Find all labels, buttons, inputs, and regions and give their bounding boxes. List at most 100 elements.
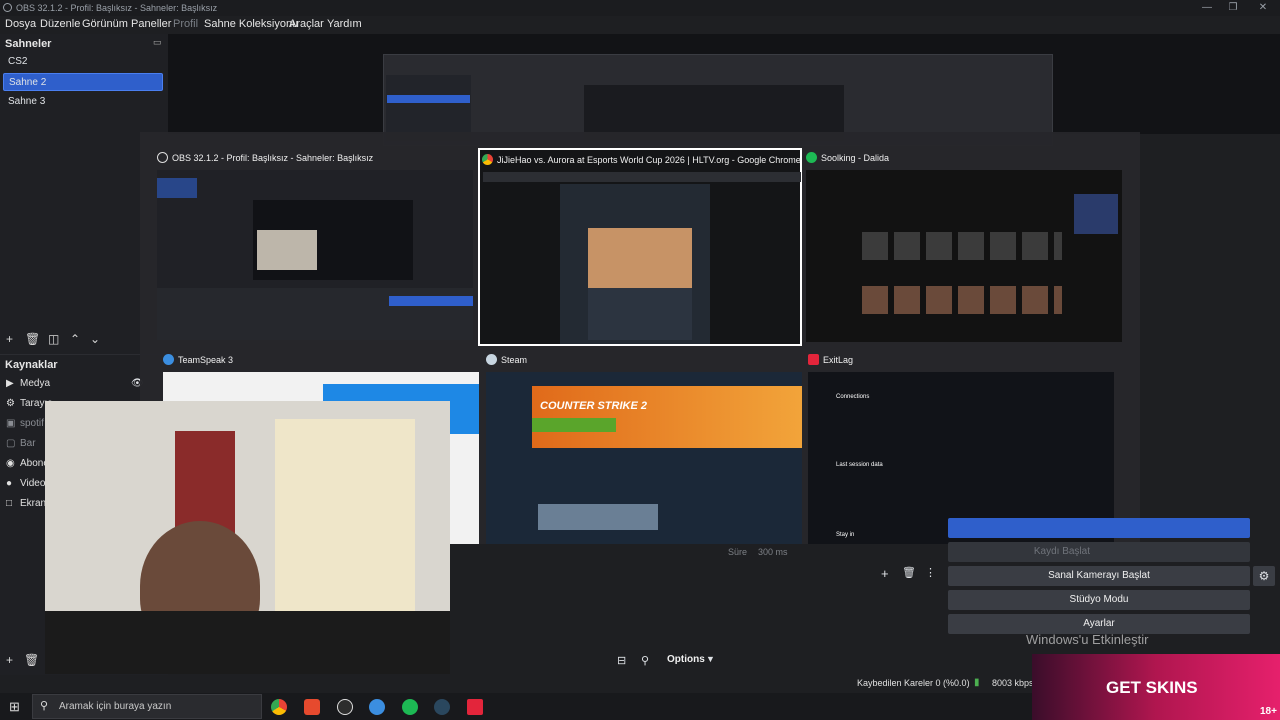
start-stream-button[interactable]	[948, 518, 1250, 538]
menu-sahne-koleksiyonu[interactable]: Sahne Koleksiyonu	[204, 18, 298, 30]
source-row[interactable]: ▶ Medya	[6, 378, 50, 389]
menu-paneller[interactable]: Paneller	[131, 18, 171, 30]
chrome-thumbnail	[478, 148, 802, 346]
title-bar: OBS 32.1.2 - Profil: Başlıksız - Sahnele…	[0, 0, 1280, 16]
menu-yardim[interactable]: Yardım	[327, 18, 362, 30]
exitlag-icon	[808, 354, 819, 365]
spotify-thumbnail	[806, 170, 1122, 342]
menu-bar: Dosya Düzenle Görünüm Paneller Profil Sa…	[0, 16, 1280, 34]
settings-button[interactable]: Ayarlar	[948, 614, 1250, 634]
webcam-overlay	[45, 401, 450, 674]
obs-taskbar-icon[interactable]	[337, 699, 353, 715]
search-icon: ⚲	[40, 700, 49, 712]
ad-text: GET SKINS	[1106, 678, 1198, 697]
add-source-icon[interactable]: +	[6, 653, 13, 667]
steam-icon	[486, 354, 497, 365]
age-rating: 18+	[1260, 706, 1277, 717]
camera-icon: ●	[6, 478, 13, 489]
scenes-title: Sahneler	[5, 38, 52, 50]
brave-taskbar-icon[interactable]	[304, 699, 320, 715]
obs-logo-icon	[3, 3, 12, 12]
steam-taskbar-icon[interactable]	[434, 699, 450, 715]
exitlag-taskbar-icon[interactable]	[467, 699, 483, 715]
menu-gorunum[interactable]: Görünüm	[82, 18, 128, 30]
windows-start-icon[interactable]: ⊞	[9, 699, 20, 715]
move-up-icon[interactable]: ⌃	[70, 332, 80, 346]
menu-dosya[interactable]: Dosya	[5, 18, 36, 30]
more-icon[interactable]: ⋮	[925, 566, 936, 579]
card-title: TeamSpeak 3	[178, 355, 234, 365]
globe-icon: ⚙	[6, 398, 15, 409]
scene-item-sahne-3[interactable]: Sahne 3	[3, 93, 163, 111]
activation-watermark: Windows'u Etkinleştir	[1026, 632, 1149, 647]
signal-icon: ▮	[974, 677, 980, 688]
virtual-camera-button[interactable]: Sanal Kamerayı Başlat	[948, 566, 1250, 586]
add-scene-icon[interactable]: +	[6, 332, 13, 346]
obs-icon	[157, 152, 168, 163]
globe-icon: ◉	[6, 458, 15, 469]
add-transition-icon[interactable]: +	[881, 566, 889, 581]
jersey-cream	[275, 419, 415, 639]
source-row[interactable]: ◉ Abone	[6, 458, 49, 469]
chrome-taskbar-icon[interactable]	[271, 699, 287, 715]
cs2-logo: COUNTER STRIKE 2	[540, 400, 647, 412]
source-row[interactable]: ▢ Bar	[6, 438, 36, 449]
exitlag-stay-in: Stay in	[836, 532, 855, 538]
sources-title: Kaynaklar	[5, 359, 58, 371]
bitrate: 8003 kbps	[992, 678, 1034, 688]
card-title: ExitLag	[823, 355, 854, 365]
card-title: OBS 32.1.2 - Profil: Başlıksız - Sahnele…	[172, 153, 374, 163]
layout-icon[interactable]: ⊟	[617, 654, 626, 667]
menu-profil[interactable]: Profil	[173, 18, 198, 30]
obs-thumbnail	[157, 170, 473, 340]
restore-icon[interactable]: ❐	[1226, 2, 1240, 13]
taskbar-search-input[interactable]: Aramak için buraya yazın	[32, 694, 262, 719]
window-title: OBS 32.1.2 - Profil: Başlıksız - Sahnele…	[16, 3, 218, 13]
undock-icon[interactable]: ▭	[153, 37, 162, 48]
spotify-icon	[806, 152, 817, 163]
person-shirt	[45, 611, 450, 674]
spotify-taskbar-icon[interactable]	[402, 699, 418, 715]
move-down-icon[interactable]: ⌄	[90, 332, 100, 346]
chevron-down-icon[interactable]: ▼	[706, 654, 715, 664]
source-row[interactable]: ● Video	[6, 478, 45, 489]
status-bar: Kaybedilen Kareler 0 (%0.0) ▮ 8003 kbps	[840, 676, 1040, 692]
chrome-icon	[482, 154, 493, 165]
switcher-card-spotify[interactable]: Soolking - Dalida	[806, 152, 1122, 342]
transform-icon[interactable]: ⚲	[641, 654, 649, 667]
card-title: JiJieHao vs. Aurora at Esports World Cup…	[497, 155, 801, 165]
switcher-card-chrome[interactable]: JiJieHao vs. Aurora at Esports World Cup…	[478, 148, 802, 346]
monitor-icon: □	[6, 498, 13, 509]
source-row[interactable]: ▣ spotif	[6, 418, 44, 429]
menu-araclar[interactable]: Araçlar	[289, 18, 324, 30]
dropped-frames: Kaybedilen Kareler 0 (%0.0)	[857, 678, 970, 688]
options-button[interactable]: Options	[667, 654, 705, 665]
scene-item-sahne-2[interactable]: Sahne 2	[3, 73, 163, 91]
window-icon: ▣	[6, 418, 16, 429]
steam-thumbnail: COUNTER STRIKE 2	[486, 372, 802, 544]
switcher-card-obs[interactable]: OBS 32.1.2 - Profil: Başlıksız - Sahnele…	[157, 152, 475, 342]
switcher-card-steam[interactable]: Steam COUNTER STRIKE 2	[486, 354, 802, 544]
card-title: Soolking - Dalida	[821, 153, 890, 163]
card-title: Steam	[501, 355, 528, 365]
remove-source-icon[interactable]: 🗑	[24, 653, 39, 667]
scene-item-cs2[interactable]: CS2	[3, 53, 163, 71]
duration-value[interactable]: 300 ms	[758, 547, 788, 557]
teamspeak-icon	[163, 354, 174, 365]
scene-filter-icon[interactable]: ◫	[48, 332, 59, 346]
close-icon[interactable]: ✕	[1256, 2, 1270, 13]
menu-duzenle[interactable]: Düzenle	[40, 18, 80, 30]
duration-label: Süre	[728, 547, 748, 557]
play-icon: ▶	[6, 378, 14, 389]
studio-mode-button[interactable]: Stüdyo Modu	[948, 590, 1250, 610]
remove-scene-icon[interactable]: 🗑	[25, 332, 40, 346]
remove-transition-icon[interactable]: 🗑	[902, 566, 916, 579]
source-row[interactable]: □ Ekran	[6, 498, 46, 509]
exitlag-last-session: Last session data	[836, 462, 883, 468]
image-icon: ▢	[6, 438, 16, 449]
record-button[interactable]: Kaydı Başlat	[948, 542, 1250, 562]
switcher-card-exitlag[interactable]: ExitLag Connections Last session data St…	[808, 354, 1120, 544]
gear-icon[interactable]: ⚙	[1253, 566, 1275, 586]
teamspeak-taskbar-icon[interactable]	[369, 699, 385, 715]
minimize-icon[interactable]: —	[1200, 2, 1214, 13]
